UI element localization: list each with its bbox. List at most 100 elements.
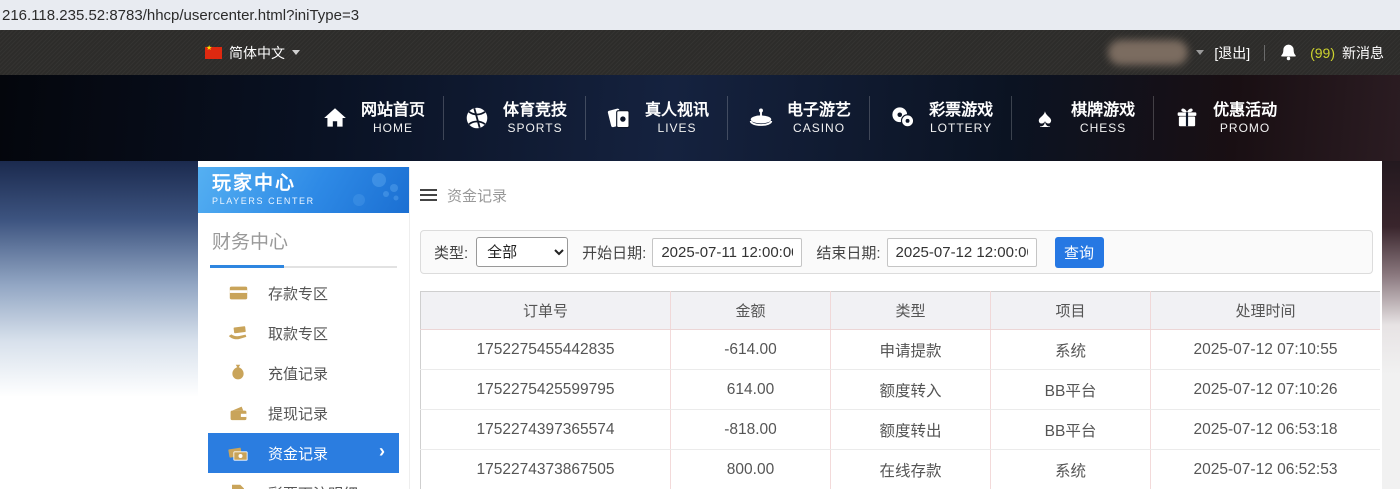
account-bar: 简体中文 [退出] (99) 新消息: [0, 30, 1400, 75]
nav-label-en: PROMO: [1220, 121, 1270, 136]
sidebar-menu: 存款专区 取款专区 充值记录 提现记录 资金记录: [208, 273, 399, 489]
nav-label-zh: 网站首页: [361, 101, 425, 121]
nav-item-home[interactable]: 网站首页 HOME: [302, 96, 444, 140]
messages-link[interactable]: 新消息: [1342, 43, 1384, 63]
cell-project: BB平台: [991, 370, 1151, 410]
sidebar-item-withdraw[interactable]: 取款专区: [208, 313, 399, 353]
section-underline: [210, 266, 397, 268]
sidebar-item-label: 资金记录: [268, 443, 328, 464]
roulette-icon: [746, 104, 776, 132]
nav-label-en: CHESS: [1080, 121, 1126, 136]
nav-label-zh: 优惠活动: [1213, 101, 1277, 121]
nav-label-en: CASINO: [793, 121, 845, 136]
nav-label-zh: 真人视讯: [645, 101, 709, 121]
language-selector[interactable]: 简体中文: [205, 43, 300, 63]
main-content: 资金记录 类型: 全部 开始日期: 结束日期: 查询 订单号 金额 类型 项目 …: [420, 161, 1380, 489]
table-header-row: 订单号 金额 类型 项目 处理时间: [421, 292, 1381, 330]
cell-type: 在线存款: [831, 450, 991, 489]
nav-items: 网站首页 HOME 体育竞技 SPORTS 真人视讯 LIVES: [302, 75, 1295, 161]
column-header-order-no: 订单号: [421, 292, 671, 330]
funds-record-table: 订单号 金额 类型 项目 处理时间 1752275455442835 -614.…: [420, 291, 1380, 489]
gift-icon: [1172, 105, 1202, 131]
spade-icon: [1030, 105, 1060, 131]
nav-item-promo[interactable]: 优惠活动 PROMO: [1154, 96, 1295, 140]
cell-type: 额度转出: [831, 410, 991, 450]
hamburger-icon: [420, 189, 437, 202]
cell-order-no: 1752275425599795: [421, 370, 671, 410]
banknotes-icon: [228, 445, 248, 462]
sidebar-item-label: 提现记录: [268, 403, 328, 424]
cell-time: 2025-07-12 07:10:55: [1151, 330, 1381, 370]
type-label: 类型:: [434, 242, 468, 263]
sidebar-item-lottery-bet-detail[interactable]: 彩票下注明细: [208, 473, 399, 489]
type-select[interactable]: 全部: [476, 237, 568, 267]
cards-icon: [604, 105, 634, 132]
cell-project: 系统: [991, 450, 1151, 489]
cell-amount: 614.00: [671, 370, 831, 410]
cell-order-no: 1752274373867505: [421, 450, 671, 489]
nav-item-sports[interactable]: 体育竞技 SPORTS: [444, 96, 586, 140]
bell-icon[interactable]: [1279, 42, 1298, 63]
page-title: 资金记录: [447, 185, 507, 206]
language-label: 简体中文: [229, 43, 285, 63]
sidebar-item-withdrawal-record[interactable]: 提现记录: [208, 393, 399, 433]
player-center-sidebar: 玩家中心 PLAYERS CENTER 财务中心 存款专区 取款专区 充值记录: [198, 167, 410, 489]
china-flag-icon: [205, 47, 222, 59]
wallet-icon: [228, 405, 248, 421]
nav-item-lives[interactable]: 真人视讯 LIVES: [586, 96, 728, 140]
account-actions: [退出] (99) 新消息: [1108, 40, 1384, 65]
cell-time: 2025-07-12 07:10:26: [1151, 370, 1381, 410]
sidebar-item-label: 取款专区: [268, 323, 328, 344]
cell-amount: -818.00: [671, 410, 831, 450]
deposit-card-icon: [228, 285, 248, 301]
cell-amount: -614.00: [671, 330, 831, 370]
divider: [1264, 45, 1265, 61]
column-header-time: 处理时间: [1151, 292, 1381, 330]
background-banner-right: [1382, 161, 1400, 489]
nav-label-en: SPORTS: [507, 121, 562, 136]
nav-item-chess[interactable]: 棋牌游戏 CHESS: [1012, 96, 1154, 140]
start-date-input[interactable]: [652, 238, 802, 267]
cell-order-no: 1752274397365574: [421, 410, 671, 450]
end-date-input[interactable]: [887, 238, 1037, 267]
sidebar-item-funds-record[interactable]: 资金记录: [208, 433, 399, 473]
table-row: 1752274397365574 -818.00 额度转出 BB平台 2025-…: [421, 410, 1381, 450]
cell-amount: 800.00: [671, 450, 831, 489]
nav-label-zh: 彩票游戏: [929, 101, 993, 121]
sidebar-item-label: 充值记录: [268, 363, 328, 384]
sidebar-header: 玩家中心 PLAYERS CENTER: [198, 167, 409, 213]
nav-label-zh: 棋牌游戏: [1071, 101, 1135, 121]
main-navigation: 网站首页 HOME 体育竞技 SPORTS 真人视讯 LIVES: [0, 75, 1400, 161]
start-date-label: 开始日期:: [582, 242, 646, 263]
cell-project: 系统: [991, 330, 1151, 370]
end-date-label: 结束日期:: [816, 242, 880, 263]
nav-label-en: LOTTERY: [930, 121, 992, 136]
nav-label-zh: 电子游艺: [787, 101, 851, 121]
sidebar-item-recharge-record[interactable]: 充值记录: [208, 353, 399, 393]
username-blurred[interactable]: [1108, 40, 1188, 65]
browser-url-bar[interactable]: 216.118.235.52:8783/hhcp/usercenter.html…: [0, 0, 1400, 30]
home-icon: [320, 105, 350, 131]
cell-time: 2025-07-12 06:52:53: [1151, 450, 1381, 489]
nav-item-casino[interactable]: 电子游艺 CASINO: [728, 96, 870, 140]
nav-label-en: LIVES: [658, 121, 697, 136]
message-count[interactable]: (99): [1310, 45, 1335, 61]
nav-label-zh: 体育竞技: [503, 101, 567, 121]
sidebar-item-deposit[interactable]: 存款专区: [208, 273, 399, 313]
filter-bar: 类型: 全部 开始日期: 结束日期: 查询: [420, 230, 1373, 274]
basketball-icon: [462, 105, 492, 131]
chevron-down-icon[interactable]: [1196, 50, 1204, 55]
chevron-down-icon: [292, 50, 300, 55]
table-row: 1752274373867505 800.00 在线存款 系统 2025-07-…: [421, 450, 1381, 489]
background-banner-left: [0, 161, 198, 489]
search-button[interactable]: 查询: [1055, 237, 1104, 268]
gamepad-icon: [339, 170, 403, 213]
cell-time: 2025-07-12 06:53:18: [1151, 410, 1381, 450]
nav-item-lottery[interactable]: 彩票游戏 LOTTERY: [870, 96, 1012, 140]
table-row: 1752275425599795 614.00 额度转入 BB平台 2025-0…: [421, 370, 1381, 410]
logout-link[interactable]: [退出]: [1214, 43, 1250, 63]
cell-order-no: 1752275455442835: [421, 330, 671, 370]
column-header-project: 项目: [991, 292, 1151, 330]
column-header-amount: 金额: [671, 292, 831, 330]
sidebar-section-title: 财务中心: [198, 213, 409, 266]
